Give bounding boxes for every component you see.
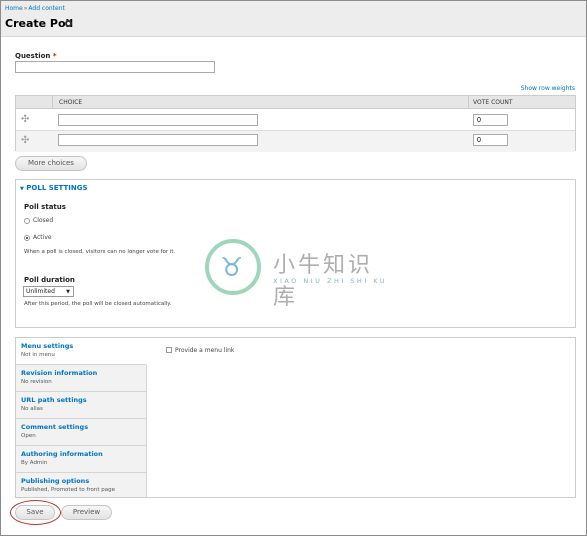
add-shortcut-icon[interactable] xyxy=(65,20,72,27)
table-row: ✣ xyxy=(16,131,575,152)
table-row: ✣ xyxy=(16,110,575,131)
drag-handle-icon[interactable]: ✣ xyxy=(21,115,29,125)
provide-menu-link-checkbox[interactable] xyxy=(166,347,172,353)
radio-active[interactable] xyxy=(24,235,30,241)
column-separator xyxy=(468,96,469,109)
poll-settings-title: POLL SETTINGS xyxy=(26,184,88,192)
column-separator xyxy=(52,96,53,109)
vtab-title: Publishing options xyxy=(21,477,90,485)
vtab-summary: No alias xyxy=(21,406,43,412)
vtab-summary: By Admin xyxy=(21,460,48,466)
radio-closed-label: Closed xyxy=(33,217,54,224)
vote-count-input[interactable] xyxy=(473,134,508,146)
more-choices-button[interactable]: More choices xyxy=(15,156,87,171)
vtab-summary: Not in menu xyxy=(21,352,55,358)
breadcrumb: Home»Add content xyxy=(5,5,65,12)
vtab-summary: No revision xyxy=(21,379,52,385)
poll-settings-legend[interactable]: ▼ POLL SETTINGS xyxy=(20,184,88,192)
vtab-title: Authoring information xyxy=(21,450,103,458)
watermark-subtext: XIAO NIU ZHI SHI KU xyxy=(273,277,388,285)
dropdown-arrow-icon: ▼ xyxy=(66,289,70,295)
vtab-authoring-information[interactable]: Authoring information By Admin xyxy=(16,446,146,473)
radio-closed[interactable] xyxy=(24,218,30,224)
vertical-tabs: Menu settings Not in menu Revision infor… xyxy=(15,337,576,498)
vtab-comment-settings[interactable]: Comment settings Open xyxy=(16,419,146,446)
table-header: CHOICE VOTE COUNT xyxy=(16,96,575,109)
poll-duration-value: Unlimited xyxy=(26,288,55,295)
vote-count-input[interactable] xyxy=(473,114,508,126)
vote-count-column-header: VOTE COUNT xyxy=(473,99,513,106)
drag-handle-icon[interactable]: ✣ xyxy=(21,136,29,146)
vtab-menu-settings[interactable]: Menu settings Not in menu xyxy=(16,338,146,365)
vtab-summary: Published, Promoted to front page xyxy=(21,487,116,493)
save-highlight-circle xyxy=(10,500,61,525)
vtab-revision-information[interactable]: Revision information No revision xyxy=(16,365,146,392)
radio-active-label: Active xyxy=(33,234,52,241)
choice-column-header: CHOICE xyxy=(59,99,83,106)
vtab-publishing-options[interactable]: Publishing options Published, Promoted t… xyxy=(16,473,146,497)
vertical-tab-list: Menu settings Not in menu Revision infor… xyxy=(16,338,146,497)
vertical-tab-divider xyxy=(146,365,147,497)
question-label-text: Question xyxy=(15,52,51,60)
page-title: Create Poll xyxy=(5,17,74,30)
required-marker: * xyxy=(52,52,57,60)
breadcrumb-home-link[interactable]: Home xyxy=(5,5,23,12)
collapse-triangle-icon: ▼ xyxy=(20,186,24,192)
watermark: ♉ 小牛知识库 XIAO NIU ZHI SHI KU xyxy=(201,237,389,310)
choices-table: CHOICE VOTE COUNT ✣ ✣ xyxy=(15,95,576,152)
breadcrumb-separator: » xyxy=(23,5,28,12)
choice-input[interactable] xyxy=(58,134,258,146)
preview-button[interactable]: Preview xyxy=(61,505,112,520)
vtab-title: URL path settings xyxy=(21,396,87,404)
bull-logo-icon: ♉ xyxy=(205,239,261,295)
page-header: Home»Add content Create Poll xyxy=(1,1,586,37)
poll-duration-label: Poll duration xyxy=(24,276,75,284)
question-input[interactable] xyxy=(15,61,215,73)
poll-duration-help: After this period, the poll will be clos… xyxy=(24,301,172,307)
question-label: Question * xyxy=(15,52,57,60)
vtab-title: Menu settings xyxy=(21,342,74,350)
provide-menu-link-label: Provide a menu link xyxy=(175,347,235,354)
choice-input[interactable] xyxy=(58,114,258,126)
poll-duration-select[interactable]: Unlimited ▼ xyxy=(23,286,74,297)
vtab-url-path-settings[interactable]: URL path settings No alias xyxy=(16,392,146,419)
breadcrumb-add-content-link[interactable]: Add content xyxy=(28,5,65,12)
show-row-weights-link[interactable]: Show row weights xyxy=(521,85,575,92)
poll-status-help: When a poll is closed, visitors can no l… xyxy=(24,249,176,255)
vtab-title: Revision information xyxy=(21,369,98,377)
poll-status-label: Poll status xyxy=(24,203,66,211)
vtab-summary: Open xyxy=(21,433,36,439)
vtab-title: Comment settings xyxy=(21,423,89,431)
